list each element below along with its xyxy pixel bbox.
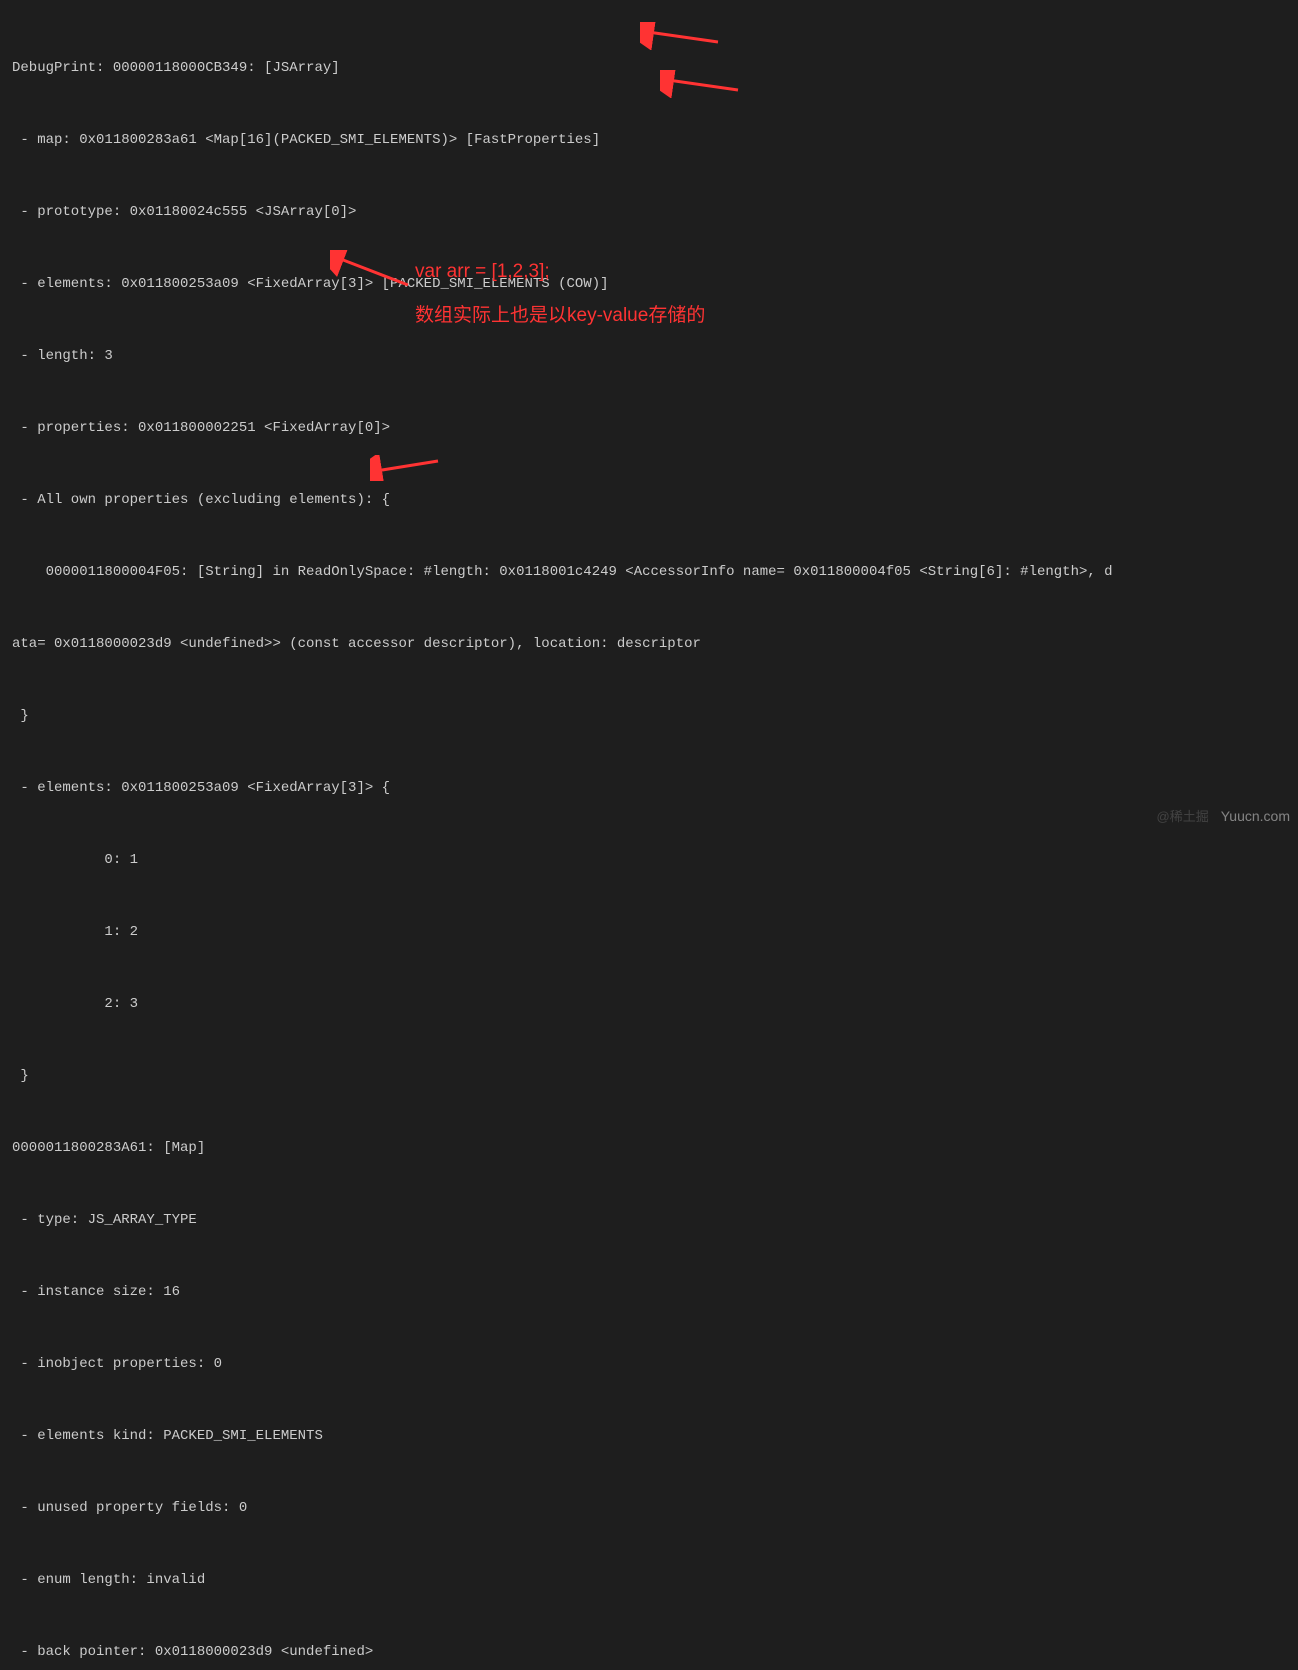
debug-line: - enum length: invalid bbox=[12, 1568, 1286, 1592]
debug-line: - inobject properties: 0 bbox=[12, 1352, 1286, 1376]
watermark-right: Yuucn.com bbox=[1221, 804, 1290, 828]
debug-line: ata= 0x0118000023d9 <undefined>> (const … bbox=[12, 632, 1286, 656]
debug-line: - length: 3 bbox=[12, 344, 1286, 368]
debug-line: - unused property fields: 0 bbox=[12, 1496, 1286, 1520]
debug-line: DebugPrint: 00000118000CB349: [JSArray] bbox=[12, 56, 1286, 80]
debug-line: 0000011800283A61: [Map] bbox=[12, 1136, 1286, 1160]
debug-line: 0: 1 bbox=[12, 848, 1286, 872]
annotation-code: var arr = [1,2,3]; bbox=[415, 260, 550, 284]
watermark-left: @稀土掘 bbox=[1157, 805, 1209, 829]
debug-line: } bbox=[12, 704, 1286, 728]
debug-line: - instance size: 16 bbox=[12, 1280, 1286, 1304]
debug-line: - elements: 0x011800253a09 <FixedArray[3… bbox=[12, 776, 1286, 800]
terminal-output: DebugPrint: 00000118000CB349: [JSArray] … bbox=[12, 8, 1286, 1670]
debug-line: 0000011800004F05: [String] in ReadOnlySp… bbox=[12, 560, 1286, 584]
debug-line: - map: 0x011800283a61 <Map[16](PACKED_SM… bbox=[12, 128, 1286, 152]
watermark: @稀土掘 Yuucn.com bbox=[1157, 804, 1290, 829]
debug-line: - properties: 0x011800002251 <FixedArray… bbox=[12, 416, 1286, 440]
annotation-explanation: 数组实际上也是以key-value存储的 bbox=[415, 304, 705, 328]
debug-line: - elements kind: PACKED_SMI_ELEMENTS bbox=[12, 1424, 1286, 1448]
debug-line: 2: 3 bbox=[12, 992, 1286, 1016]
debug-line: } bbox=[12, 1064, 1286, 1088]
debug-line: - elements: 0x011800253a09 <FixedArray[3… bbox=[12, 272, 1286, 296]
debug-line: - back pointer: 0x0118000023d9 <undefine… bbox=[12, 1640, 1286, 1664]
debug-line: - All own properties (excluding elements… bbox=[12, 488, 1286, 512]
debug-line: - type: JS_ARRAY_TYPE bbox=[12, 1208, 1286, 1232]
debug-line: - prototype: 0x01180024c555 <JSArray[0]> bbox=[12, 200, 1286, 224]
debug-line: 1: 2 bbox=[12, 920, 1286, 944]
